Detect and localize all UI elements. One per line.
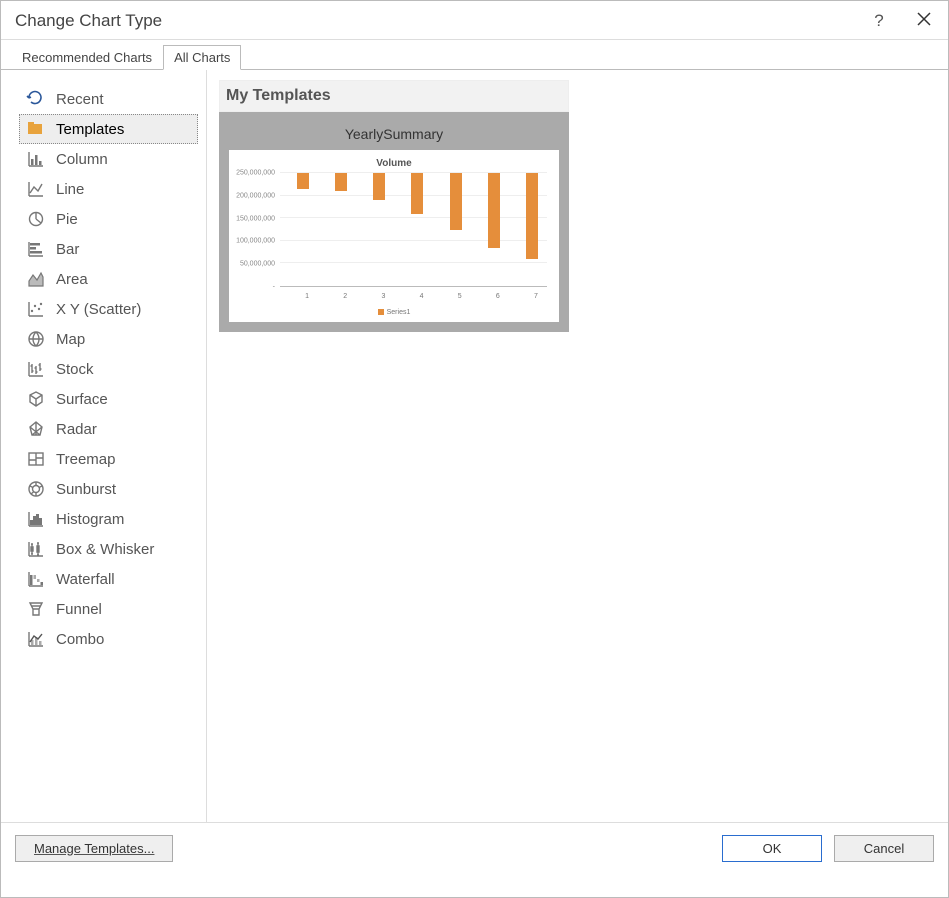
sidebar-item-histogram[interactable]: Histogram bbox=[19, 504, 198, 534]
y-tick-label: 150,000,000 bbox=[236, 215, 275, 222]
x-tick-label: 4 bbox=[420, 293, 424, 300]
sidebar-item-label: Area bbox=[56, 271, 88, 288]
manage-templates-button[interactable]: Manage Templates... bbox=[15, 835, 173, 862]
scatter-icon bbox=[26, 299, 46, 319]
dialog-footer: Manage Templates... OK Cancel bbox=[1, 822, 948, 874]
boxwhisker-icon bbox=[26, 539, 46, 559]
sidebar-item-label: Radar bbox=[56, 421, 97, 438]
chart-bar: 4 bbox=[403, 173, 423, 286]
templates-icon bbox=[26, 119, 46, 139]
chart-type-list: Recent Templates Column Line Pie Bar Area X Y (… bbox=[1, 70, 207, 822]
template-thumbnail[interactable]: YearlySummary Volume - 50,000,000 100,000,… bbox=[219, 112, 569, 332]
sidebar-item-funnel[interactable]: Funnel bbox=[19, 594, 198, 624]
sidebar-item-label: Line bbox=[56, 181, 84, 198]
sidebar-item-label: Pie bbox=[56, 211, 78, 228]
radar-icon bbox=[26, 419, 46, 439]
ok-button[interactable]: OK bbox=[722, 835, 822, 862]
sidebar-item-treemap[interactable]: Treemap bbox=[19, 444, 198, 474]
funnel-icon bbox=[26, 599, 46, 619]
line-icon bbox=[26, 179, 46, 199]
stock-icon bbox=[26, 359, 46, 379]
sidebar-item-boxwhisker[interactable]: Box & Whisker bbox=[19, 534, 198, 564]
sidebar-item-templates[interactable]: Templates bbox=[19, 114, 198, 144]
tab-all-charts[interactable]: All Charts bbox=[163, 45, 241, 70]
sidebar-item-column[interactable]: Column bbox=[19, 144, 198, 174]
sidebar-item-area[interactable]: Area bbox=[19, 264, 198, 294]
y-tick-label: 50,000,000 bbox=[240, 261, 275, 268]
chart-legend: Series1 bbox=[235, 303, 553, 316]
sidebar-item-label: Sunburst bbox=[56, 481, 116, 498]
sidebar-item-waterfall[interactable]: Waterfall bbox=[19, 564, 198, 594]
sidebar-item-map[interactable]: Map bbox=[19, 324, 198, 354]
sidebar-item-radar[interactable]: Radar bbox=[19, 414, 198, 444]
waterfall-icon bbox=[26, 569, 46, 589]
sidebar-item-scatter[interactable]: X Y (Scatter) bbox=[19, 294, 198, 324]
sidebar-item-label: Combo bbox=[56, 631, 104, 648]
sidebar-item-label: Surface bbox=[56, 391, 108, 408]
dialog-title: Change Chart Type bbox=[15, 11, 162, 31]
recent-icon bbox=[26, 89, 46, 109]
sidebar-item-label: Column bbox=[56, 151, 108, 168]
content-panel: My Templates YearlySummary Volume - 50,00… bbox=[207, 70, 948, 822]
sidebar-item-label: Treemap bbox=[56, 451, 115, 468]
chart-preview: Volume - 50,000,000 100,000,000 150,000,000… bbox=[229, 150, 559, 322]
x-tick-label: 5 bbox=[458, 293, 462, 300]
sidebar-item-label: Bar bbox=[56, 241, 79, 258]
template-name: YearlySummary bbox=[229, 122, 559, 150]
sidebar-item-label: Histogram bbox=[56, 511, 124, 528]
histogram-icon bbox=[26, 509, 46, 529]
section-header: My Templates bbox=[219, 80, 569, 112]
chart-title: Volume bbox=[235, 158, 553, 173]
sidebar-item-combo[interactable]: Combo bbox=[19, 624, 198, 654]
y-tick-label: - bbox=[273, 284, 275, 291]
chart-bar: 3 bbox=[365, 173, 385, 286]
sidebar-item-surface[interactable]: Surface bbox=[19, 384, 198, 414]
x-tick-label: 1 bbox=[305, 293, 309, 300]
sidebar-item-label: X Y (Scatter) bbox=[56, 301, 141, 318]
chart-bar: 1 bbox=[289, 173, 309, 286]
area-icon bbox=[26, 269, 46, 289]
titlebar: Change Chart Type ? bbox=[1, 1, 948, 40]
sidebar-item-stock[interactable]: Stock bbox=[19, 354, 198, 384]
y-tick-label: 250,000,000 bbox=[236, 170, 275, 177]
bar-icon bbox=[26, 239, 46, 259]
sidebar-item-bar[interactable]: Bar bbox=[19, 234, 198, 264]
sidebar-item-label: Stock bbox=[56, 361, 94, 378]
sidebar-item-label: Waterfall bbox=[56, 571, 115, 588]
chart-bar: 7 bbox=[518, 173, 538, 286]
legend-swatch-icon bbox=[378, 309, 384, 315]
sunburst-icon bbox=[26, 479, 46, 499]
sidebar-item-label: Recent bbox=[56, 91, 104, 108]
chart-bar: 2 bbox=[327, 173, 347, 286]
sidebar-item-label: Templates bbox=[56, 121, 124, 138]
y-tick-label: 100,000,000 bbox=[236, 238, 275, 245]
close-icon[interactable] bbox=[916, 11, 934, 31]
column-icon bbox=[26, 149, 46, 169]
sidebar-item-label: Funnel bbox=[56, 601, 102, 618]
surface-icon bbox=[26, 389, 46, 409]
x-tick-label: 2 bbox=[343, 293, 347, 300]
sidebar-item-pie[interactable]: Pie bbox=[19, 204, 198, 234]
tab-bar: Recommended Charts All Charts bbox=[1, 40, 948, 70]
sidebar-item-label: Box & Whisker bbox=[56, 541, 154, 558]
sidebar-item-sunburst[interactable]: Sunburst bbox=[19, 474, 198, 504]
treemap-icon bbox=[26, 449, 46, 469]
combo-icon bbox=[26, 629, 46, 649]
pie-icon bbox=[26, 209, 46, 229]
tab-recommended-charts[interactable]: Recommended Charts bbox=[11, 45, 163, 70]
x-tick-label: 6 bbox=[496, 293, 500, 300]
cancel-button[interactable]: Cancel bbox=[834, 835, 934, 862]
chart-bar: 5 bbox=[442, 173, 462, 286]
sidebar-item-line[interactable]: Line bbox=[19, 174, 198, 204]
x-tick-label: 3 bbox=[381, 293, 385, 300]
sidebar-item-recent[interactable]: Recent bbox=[19, 84, 198, 114]
help-icon[interactable]: ? bbox=[870, 11, 888, 31]
map-icon bbox=[26, 329, 46, 349]
x-tick-label: 7 bbox=[534, 293, 538, 300]
chart-bar: 6 bbox=[480, 173, 500, 286]
sidebar-item-label: Map bbox=[56, 331, 85, 348]
y-tick-label: 200,000,000 bbox=[236, 192, 275, 199]
